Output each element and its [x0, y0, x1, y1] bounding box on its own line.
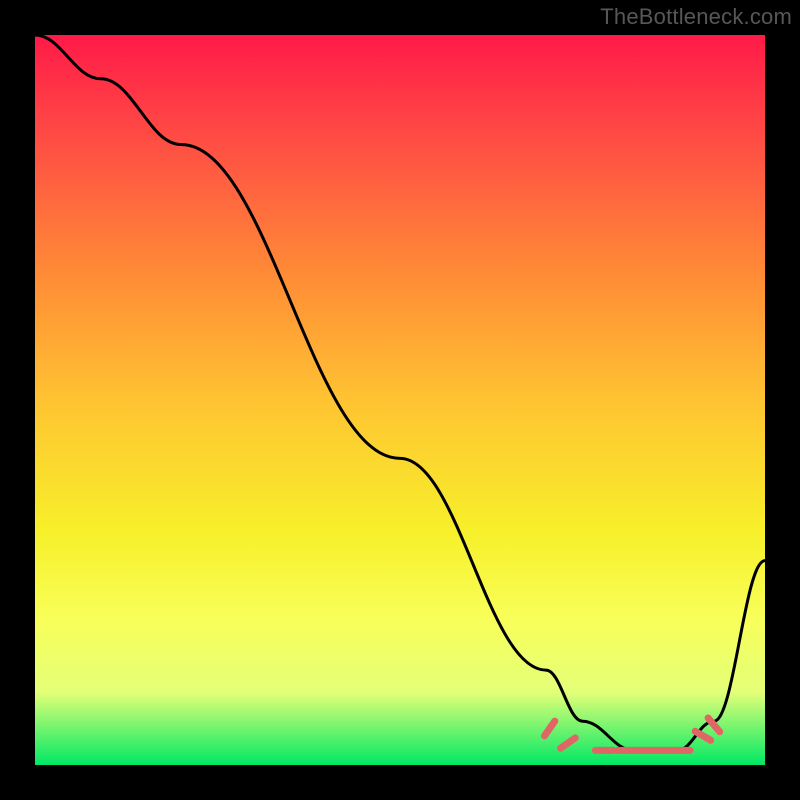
watermark-text: TheBottleneck.com [600, 4, 792, 30]
optimal-dash [695, 731, 711, 740]
plot-area [35, 35, 765, 765]
plot-svg [35, 35, 765, 765]
optimal-dash [544, 721, 554, 736]
bottleneck-curve [35, 35, 765, 750]
optimal-dash-layer [544, 718, 719, 750]
chart-frame: TheBottleneck.com [0, 0, 800, 800]
curve-layer [35, 35, 765, 750]
optimal-dash [561, 738, 576, 748]
